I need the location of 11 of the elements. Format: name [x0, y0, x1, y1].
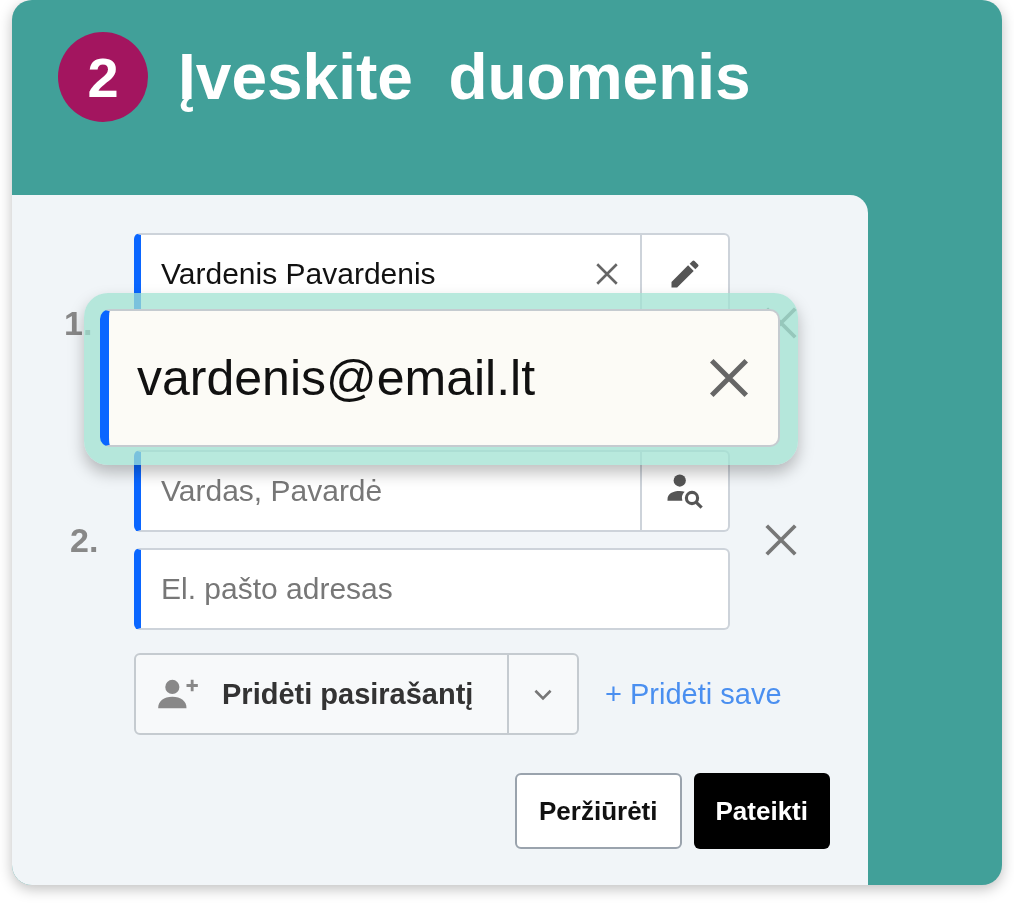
- signer-number: 1.: [63, 303, 94, 343]
- add-signer-button[interactable]: Pridėti pasirašantį: [134, 653, 579, 735]
- email-field[interactable]: vardenis@email.lt: [100, 309, 780, 447]
- clear-icon[interactable]: [594, 261, 620, 287]
- heading: Įveskite duomenis: [178, 40, 751, 115]
- add-person-icon: [156, 677, 200, 711]
- step-badge: 2: [58, 32, 148, 122]
- email-field[interactable]: El. pašto adresas: [134, 548, 730, 630]
- submit-button[interactable]: Pateikti: [693, 773, 830, 849]
- signer-number: 2.: [69, 520, 100, 560]
- preview-button[interactable]: Peržiūrėti: [515, 773, 682, 849]
